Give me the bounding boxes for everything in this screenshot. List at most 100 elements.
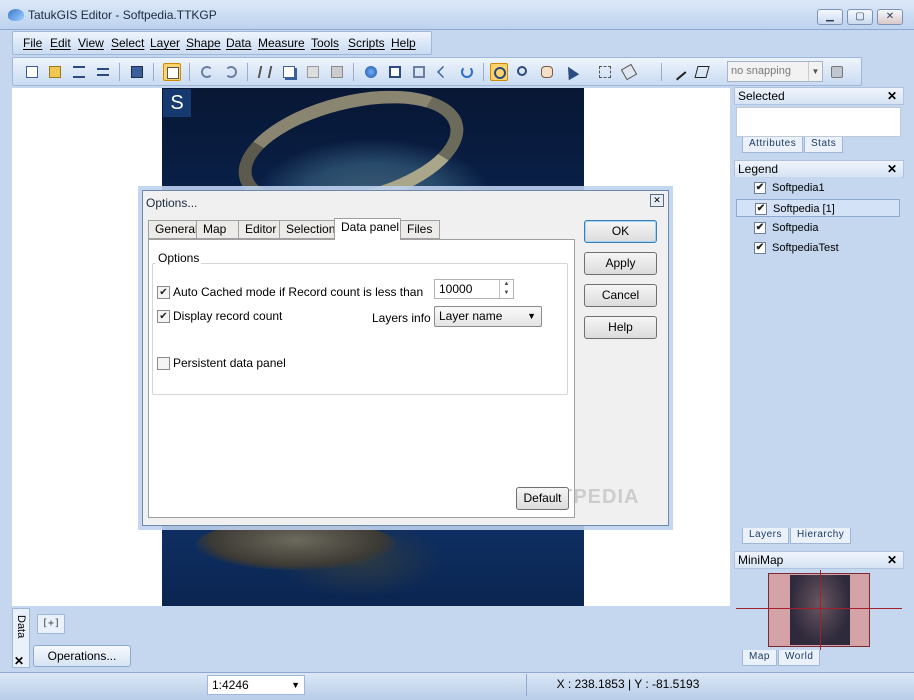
eraser-icon[interactable] [620, 63, 638, 81]
cut-icon[interactable] [256, 63, 274, 81]
back-icon[interactable] [434, 63, 452, 81]
tab-attributes[interactable]: Attributes [742, 137, 804, 153]
layers-info-select[interactable]: Layer name ▼ [434, 306, 542, 327]
help-button[interactable]: Help [584, 316, 657, 339]
tab-files[interactable]: Files [400, 220, 440, 239]
status-bar [0, 672, 914, 700]
zoom-select-icon[interactable] [490, 63, 508, 81]
persistent-checkbox[interactable] [157, 357, 170, 370]
apply-button[interactable]: Apply [584, 252, 657, 275]
minimap-close-icon[interactable]: ✕ [887, 552, 897, 568]
legend-item[interactable]: ✔ Softpedia [736, 219, 900, 237]
add-tab-button[interactable]: [+] [37, 614, 65, 634]
selected-panel-title: Selected [738, 89, 785, 103]
spin-down-icon[interactable]: ▼ [499, 289, 513, 298]
default-button[interactable]: Default [516, 487, 569, 510]
redo-icon[interactable] [222, 63, 240, 81]
zoom-layer-icon[interactable] [410, 63, 428, 81]
snapping-select[interactable]: no snapping ▼ [727, 61, 823, 82]
undo-icon[interactable] [198, 63, 216, 81]
auto-cached-label: Auto Cached mode if Record count is less… [173, 285, 424, 299]
layer-name: Softpedia [772, 222, 819, 234]
lock-icon[interactable] [828, 63, 846, 81]
menu-measure[interactable]: Measure [258, 36, 305, 50]
select-arrow-icon[interactable] [562, 63, 580, 81]
tab-map[interactable]: Map [742, 650, 777, 666]
selected-close-icon[interactable]: ✕ [887, 88, 897, 104]
menu-tools[interactable]: Tools [311, 36, 339, 50]
layers-info-label: Layers info : [372, 311, 438, 325]
scale-value: 1:4246 [212, 678, 249, 692]
minimap-panel-header: MiniMap ✕ [734, 551, 904, 569]
chevron-down-icon: ▼ [291, 680, 300, 690]
legend-item[interactable]: ✔ Softpedia1 [736, 179, 900, 197]
layer-checkbox[interactable]: ✔ [754, 222, 766, 234]
minimap-panel-title: MiniMap [738, 553, 784, 567]
chevron-down-icon: ▼ [808, 62, 822, 81]
tab-editor[interactable]: Editor [238, 220, 280, 239]
menu-layer[interactable]: Layer [150, 36, 180, 50]
zoom-icon[interactable] [514, 63, 532, 81]
paste-disabled-icon[interactable] [304, 63, 322, 81]
maximize-button[interactable]: ▢ [847, 9, 873, 25]
ok-button[interactable]: OK [584, 220, 657, 243]
legend-item[interactable]: ✔ SoftpediaTest [736, 239, 900, 257]
tab-data-panel[interactable]: Data panel [334, 218, 401, 240]
layer-checkbox[interactable]: ✔ [754, 242, 766, 254]
scale-select[interactable]: 1:4246 ▼ [207, 675, 305, 695]
tab-selection[interactable]: Selection [279, 220, 335, 239]
open-folder-icon[interactable] [46, 63, 64, 81]
data-tab-label: Data [15, 615, 27, 639]
refresh-icon[interactable] [458, 63, 476, 81]
app-icon [8, 9, 24, 21]
chevron-down-icon: ▼ [527, 311, 536, 321]
minimize-button[interactable]: ▁ [817, 9, 843, 25]
operations-button[interactable]: Operations... [33, 645, 131, 667]
menu-view[interactable]: View [78, 36, 104, 50]
properties-icon[interactable] [163, 63, 181, 81]
selected-panel-header: Selected ✕ [734, 87, 904, 105]
snapping-value: no snapping [731, 65, 791, 77]
tab-hierarchy[interactable]: Hierarchy [790, 528, 852, 544]
cancel-button[interactable]: Cancel [584, 284, 657, 307]
menu-data[interactable]: Data [226, 36, 251, 50]
menu-edit[interactable]: Edit [50, 36, 71, 50]
add-layer-icon[interactable] [70, 63, 88, 81]
close-button[interactable]: ✕ [877, 9, 903, 25]
layer-name: SoftpediaTest [772, 242, 839, 254]
menu-help[interactable]: Help [391, 36, 416, 50]
layer-checkbox[interactable]: ✔ [755, 203, 767, 215]
zoom-extent-icon[interactable] [386, 63, 404, 81]
menu-scripts[interactable]: Scripts [348, 36, 385, 50]
draw-line-icon[interactable] [669, 63, 687, 81]
legend-close-icon[interactable]: ✕ [887, 161, 897, 177]
pan-hand-icon[interactable] [538, 63, 556, 81]
legend-item-selected[interactable]: ✔ Softpedia [1] [736, 199, 900, 217]
layer-checkbox[interactable]: ✔ [754, 182, 766, 194]
tab-stats[interactable]: Stats [804, 137, 844, 153]
display-count-checkbox[interactable]: ✔ [157, 310, 170, 323]
new-file-icon[interactable] [23, 63, 41, 81]
tab-general[interactable]: General [148, 220, 198, 239]
paste-icon[interactable] [328, 63, 346, 81]
auto-cached-checkbox[interactable]: ✔ [157, 286, 170, 299]
spin-up-icon[interactable]: ▲ [499, 280, 513, 289]
draw-polygon-icon[interactable] [693, 63, 711, 81]
data-panel-close-icon[interactable]: ✕ [14, 654, 24, 668]
record-count-input[interactable]: 10000 ▲ ▼ [434, 279, 514, 299]
dialog-close-icon[interactable]: ✕ [650, 194, 664, 207]
save-icon[interactable] [128, 63, 146, 81]
layer-name: Softpedia1 [772, 182, 825, 194]
copy-icon[interactable] [280, 63, 298, 81]
tab-map-options[interactable]: Map [196, 220, 239, 239]
display-count-label: Display record count [173, 309, 283, 323]
tab-world[interactable]: World [778, 650, 821, 666]
menu-select[interactable]: Select [111, 36, 144, 50]
edit-vertex-icon[interactable] [596, 63, 614, 81]
layer-list-icon[interactable] [94, 63, 112, 81]
menu-file[interactable]: File [23, 36, 42, 50]
tab-layers[interactable]: Layers [742, 528, 790, 544]
menu-shape[interactable]: Shape [186, 36, 221, 50]
globe-icon[interactable] [362, 63, 380, 81]
coordinates-readout: X : 238.1853 | Y : -81.5193 [556, 677, 700, 691]
